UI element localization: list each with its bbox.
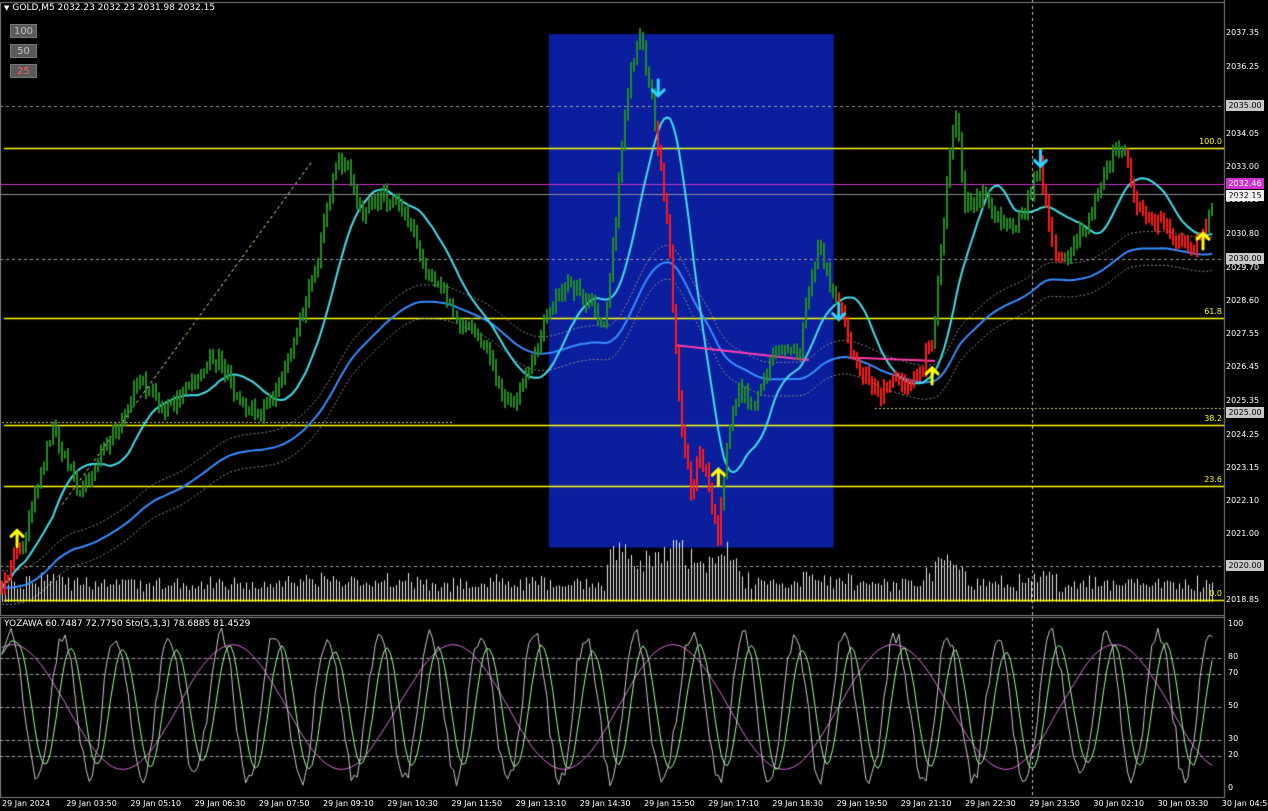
time-axis-label: 30 Jan 04:50 — [1221, 799, 1268, 808]
price-axis-label: 2021.00 — [1226, 529, 1260, 539]
symbol-label: GOLD,M5 — [12, 3, 55, 13]
price-axis-label: 2034.05 — [1226, 129, 1260, 139]
stoch-axis-label: 50 — [1228, 701, 1239, 710]
price-axis-label: 2036.25 — [1226, 61, 1260, 71]
zoom-100-button[interactable]: 100 — [10, 24, 37, 38]
time-axis-label: 29 Jan 03:50 — [66, 799, 117, 808]
price-axis-label: 2018.85 — [1226, 595, 1260, 605]
time-axis-label: 29 Jan 13:10 — [515, 799, 567, 808]
stoch-axis-label: 70 — [1228, 668, 1239, 678]
time-axis-label: 29 Jan 2024 — [2, 799, 50, 808]
stoch-axis-label: 0 — [1228, 783, 1234, 792]
ask-price-tag: 2032.46 — [1226, 178, 1264, 190]
price-axis-label: 2026.45 — [1226, 362, 1260, 372]
stoch-values: Sto(5,3,3) 78.6885 81.4529 — [125, 619, 251, 629]
time-axis-label: 29 Jan 17:10 — [708, 799, 759, 808]
price-axis-label: 2029.70 — [1226, 262, 1260, 272]
time-axis-label: 29 Jan 19:50 — [836, 799, 888, 808]
yozawa-values: YOZAWA 60.7487 72.7750 — [4, 619, 123, 629]
time-axis-label: 29 Jan 14:30 — [579, 799, 631, 808]
time-axis-label: 30 Jan 03:30 — [1157, 799, 1209, 808]
time-axis-label: 29 Jan 09:10 — [323, 799, 374, 808]
chart-title: ▼ GOLD,M5 2032.23 2032.23 2031.98 2032.15 — [4, 3, 215, 13]
menu-triangle-icon[interactable]: ▼ — [4, 4, 9, 12]
indicator-title: YOZAWA 60.7487 72.7750 Sto(5,3,3) 78.688… — [4, 619, 250, 629]
price-axis-label: 2033.00 — [1226, 161, 1260, 171]
time-axis-label: 29 Jan 15:50 — [644, 799, 695, 808]
time-axis-label: 29 Jan 23:50 — [1029, 799, 1080, 808]
price-axis-label: 2023.15 — [1226, 463, 1260, 473]
price-axis-label: 2037.35 — [1226, 28, 1260, 38]
fib-label-61-8: 61.8 — [1204, 306, 1222, 316]
level-tag-2035.00: 2035.00 — [1226, 100, 1264, 112]
stoch-axis-label: 30 — [1228, 733, 1239, 743]
time-axis-label: 29 Jan 10:30 — [387, 799, 438, 808]
time-axis-label: 29 Jan 11:50 — [451, 799, 503, 808]
stoch-axis-label: 100 — [1228, 619, 1244, 628]
fib-label-23-6: 23.6 — [1204, 475, 1222, 485]
fib-label-100-0: 100.0 — [1199, 136, 1222, 146]
zoom-50-button[interactable]: 50 — [10, 44, 37, 58]
price-axis-label: 2024.25 — [1226, 429, 1260, 439]
time-axis-label: 29 Jan 21:10 — [900, 799, 952, 808]
level-tag-2020.00: 2020.00 — [1226, 559, 1264, 571]
fib-label-38-2: 38.2 — [1204, 413, 1222, 423]
stoch-axis-label: 80 — [1228, 651, 1239, 661]
price-axis-label: 2030.80 — [1226, 228, 1260, 238]
time-axis-label: 29 Jan 18:30 — [772, 799, 824, 808]
price-chart-canvas[interactable] — [0, 0, 1268, 811]
stoch-axis-label: 20 — [1228, 750, 1239, 760]
time-axis-label: 29 Jan 06:30 — [194, 799, 246, 808]
level-tag-2025.00: 2025.00 — [1226, 406, 1264, 418]
price-axis-label: 2022.10 — [1226, 495, 1260, 505]
price-axis-label: 2031.90 — [1226, 195, 1260, 205]
time-axis-label: 29 Jan 05:10 — [130, 799, 182, 808]
time-axis-label: 30 Jan 02:10 — [1093, 799, 1145, 808]
zoom-25-button[interactable]: 25 — [10, 64, 37, 78]
fib-label-0-0: 0.0 — [1209, 588, 1222, 598]
time-axis-label: 29 Jan 07:50 — [258, 799, 310, 808]
price-axis-label: 2025.35 — [1226, 395, 1260, 405]
ohlc-values: 2032.23 2032.23 2031.98 2032.15 — [57, 3, 216, 13]
time-axis-label: 29 Jan 22:30 — [965, 799, 1016, 808]
price-axis-label: 2027.55 — [1226, 328, 1260, 338]
price-axis-label: 2028.60 — [1226, 296, 1260, 306]
